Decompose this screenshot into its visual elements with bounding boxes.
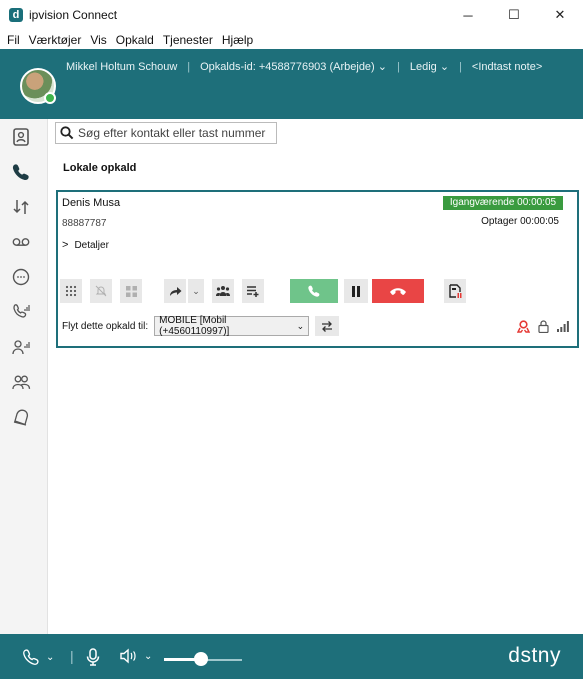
pause-icon xyxy=(352,285,360,297)
playlist-add-icon xyxy=(246,286,258,297)
speaker-dropdown[interactable]: ⌄ xyxy=(120,648,152,664)
signal-strength-icon xyxy=(557,321,569,332)
call-stats-icon[interactable] xyxy=(9,300,33,324)
status-dropdown[interactable]: Ledig ⌄ xyxy=(410,60,449,73)
handset-icon xyxy=(23,649,39,665)
transfer-arrows-icon[interactable] xyxy=(9,195,33,219)
conference-button[interactable] xyxy=(212,279,234,303)
chevron-down-icon: ⌄ xyxy=(144,650,153,662)
search-input[interactable] xyxy=(78,126,268,140)
window-controls: ─ ☐ ✕ xyxy=(445,0,583,30)
dialpad-button[interactable] xyxy=(60,279,82,303)
chat-icon[interactable] xyxy=(9,265,33,289)
app-logo: d xyxy=(9,8,23,22)
menu-bar: Fil Værktøjer Vis Opkald Tjenester Hjælp xyxy=(0,30,583,49)
menu-vaerktojer[interactable]: Værktøjer xyxy=(29,33,82,47)
caller-warning-icon xyxy=(517,320,530,333)
title-bar: d ipvision Connect ─ ☐ ✕ xyxy=(0,0,583,30)
transfer-swap-button[interactable] xyxy=(315,316,340,336)
active-call-card: Denis Musa 88887787 > Detaljer Igangvære… xyxy=(56,190,579,348)
note-input[interactable]: <Indtast note> xyxy=(472,61,542,73)
chevron-down-icon: ⌄ xyxy=(46,651,55,663)
transfer-target-select[interactable]: MOBILE [Mobil (+4560110997)] ⌄ xyxy=(154,315,310,337)
caller-number: 88887787 xyxy=(62,218,107,229)
volume-slider-thumb[interactable] xyxy=(194,652,209,666)
caller-id-dropdown[interactable]: Opkalds-id: +4588776903 (Arbejde) ⌄ xyxy=(200,60,387,73)
user-stats-icon[interactable] xyxy=(9,335,33,359)
details-toggle[interactable]: > Detaljer xyxy=(62,239,109,251)
chevron-down-icon: ⌄ xyxy=(192,285,200,296)
answer-call-button[interactable] xyxy=(290,279,338,303)
recording-pause-icon xyxy=(448,284,461,298)
phone-mode-dropdown[interactable]: ⌄ xyxy=(22,648,54,666)
lock-icon xyxy=(538,320,549,333)
recording-status: Optager 00:00:05 xyxy=(481,216,559,227)
phone-icon[interactable] xyxy=(9,160,33,184)
header-info: Mikkel Holtum Schouw | Opkalds-id: +4588… xyxy=(66,60,542,74)
group-icon[interactable] xyxy=(9,370,33,394)
details-label: Detaljer xyxy=(74,239,109,251)
speaker-icon xyxy=(120,648,136,664)
transfer-target-value: MOBILE [Mobil (+4560110997)] xyxy=(159,315,230,337)
conference-icon xyxy=(216,286,230,296)
swap-arrows-icon xyxy=(322,320,333,332)
bell-off-icon xyxy=(95,285,107,297)
presence-indicator xyxy=(44,92,56,104)
forward-button[interactable] xyxy=(164,279,186,303)
bottom-bar: ⌄ | ⌄ dstny xyxy=(0,634,583,679)
transfer-row: Flyt dette opkald til: MOBILE [Mobil (+4… xyxy=(62,315,340,337)
apps-button[interactable] xyxy=(120,279,142,303)
menu-tjenester[interactable]: Tjenester xyxy=(163,33,213,47)
microphone-icon xyxy=(86,648,100,666)
menu-opkald[interactable]: Opkald xyxy=(116,33,154,47)
header-separator: | xyxy=(187,60,191,73)
window-title: ipvision Connect xyxy=(29,8,118,22)
caller-name: Denis Musa xyxy=(62,197,121,209)
search-icon xyxy=(60,126,74,140)
section-title: Lokale opkald xyxy=(63,162,137,174)
bottom-separator: | xyxy=(70,648,74,664)
menu-vis[interactable]: Vis xyxy=(90,33,106,47)
sidebar xyxy=(0,119,48,634)
call-toolbar: ⌄ xyxy=(60,279,560,303)
alarm-bell-icon[interactable] xyxy=(9,405,33,429)
brand-logo: dstny xyxy=(508,644,561,667)
chevron-right-icon: > xyxy=(62,239,69,251)
minimize-button[interactable]: ─ xyxy=(445,0,491,30)
maximize-button[interactable]: ☐ xyxy=(491,0,537,30)
microphone-button[interactable] xyxy=(86,648,100,666)
forward-arrow-icon xyxy=(169,287,181,296)
forward-dropdown-button[interactable]: ⌄ xyxy=(188,279,204,303)
grid-icon xyxy=(125,285,137,297)
header-separator: | xyxy=(459,60,462,73)
menu-fil[interactable]: Fil xyxy=(7,33,20,47)
close-button[interactable]: ✕ xyxy=(537,0,583,30)
hangup-button[interactable] xyxy=(372,279,424,303)
dialpad-icon xyxy=(65,285,77,297)
pause-recording-button[interactable] xyxy=(444,279,466,303)
chevron-down-icon: ⌄ xyxy=(296,320,305,331)
call-status-icons xyxy=(517,320,569,333)
add-to-queue-button[interactable] xyxy=(242,279,264,303)
menu-hjaelp[interactable]: Hjælp xyxy=(222,33,253,47)
search-box xyxy=(55,122,277,144)
call-status-badge: Igangværende 00:00:05 xyxy=(443,196,563,210)
user-name: Mikkel Holtum Schouw xyxy=(66,60,178,73)
header-separator: | xyxy=(397,60,400,73)
mute-ringer-button[interactable] xyxy=(90,279,112,303)
contacts-icon[interactable] xyxy=(9,125,33,149)
phone-icon xyxy=(308,285,320,297)
hold-button[interactable] xyxy=(344,279,368,303)
voicemail-icon[interactable] xyxy=(9,230,33,254)
hangup-icon xyxy=(390,288,406,295)
transfer-label: Flyt dette opkald til: xyxy=(62,320,149,332)
